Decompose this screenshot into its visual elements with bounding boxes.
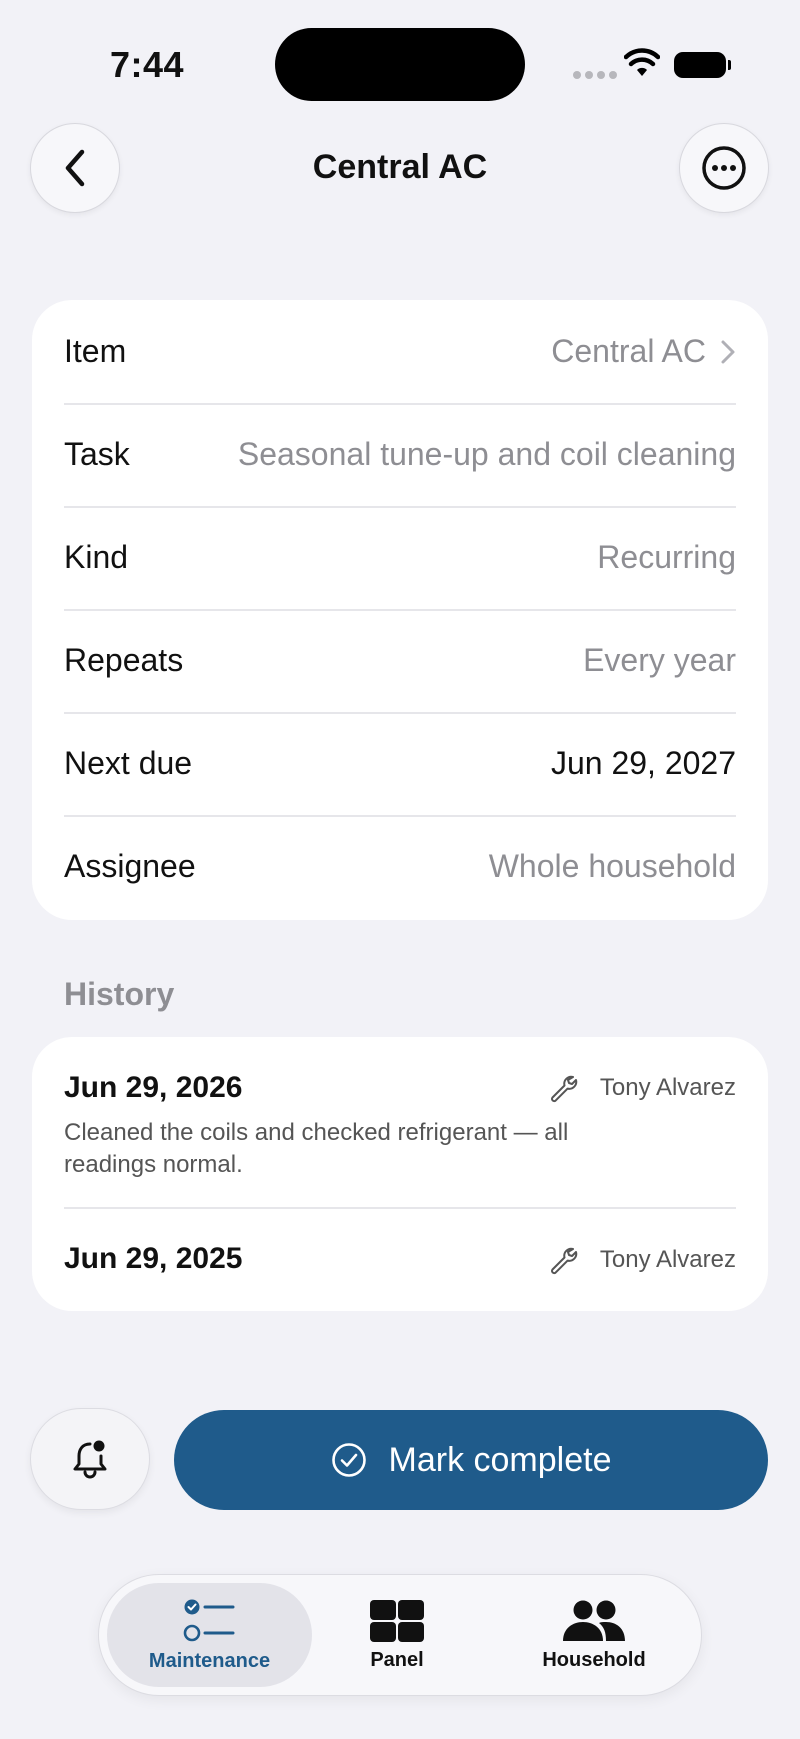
history-entry: Jun 29, 2025 Tony Alvarez <box>64 1207 736 1311</box>
reminder-button[interactable] <box>30 1408 150 1510</box>
tab-label: Household <box>542 1648 646 1671</box>
people-icon <box>563 1600 625 1641</box>
status-bar: 7:44 <box>0 0 800 120</box>
history-card: Jun 29, 2026 Tony Alvarez Cleaned the co… <box>32 1037 768 1311</box>
detail-label: Next due <box>64 745 193 781</box>
chevron-right-icon <box>721 340 735 363</box>
history-date: Jun 29, 2025 <box>64 1242 243 1275</box>
detail-value: Jun 29, 2027 <box>550 745 736 781</box>
details-card: Item Central AC Task Seasonal tune-up an… <box>32 300 768 920</box>
wrench-icon <box>550 1075 578 1103</box>
tab-maintenance[interactable]: Maintenance <box>107 1583 312 1687</box>
detail-row-repeats: Repeats Every year <box>64 609 736 712</box>
bell-badge-icon <box>73 1440 107 1479</box>
history-section-title: History <box>64 976 175 1012</box>
detail-row-task: Task Seasonal tune-up and coil cleaning <box>64 403 736 506</box>
detail-value: Recurring <box>597 539 736 575</box>
tab-panel[interactable]: Panel <box>322 1583 472 1687</box>
dynamic-island <box>275 28 525 101</box>
more-options-button[interactable] <box>679 123 769 213</box>
detail-row-assignee: Assignee Whole household <box>64 815 736 918</box>
history-note: Cleaned the coils and checked refrigeran… <box>64 1119 569 1178</box>
wifi-icon <box>624 48 660 76</box>
history-date: Jun 29, 2026 <box>64 1071 243 1104</box>
detail-label: Task <box>64 436 130 472</box>
mark-complete-button[interactable]: Mark complete <box>174 1410 768 1510</box>
detail-label: Item <box>64 333 127 369</box>
history-person: Tony Alvarez <box>599 1074 736 1101</box>
detail-value: Whole household <box>488 848 736 884</box>
mark-complete-label: Mark complete <box>388 1440 612 1479</box>
checklist-icon <box>183 1599 234 1641</box>
tab-household[interactable]: Household <box>499 1583 689 1687</box>
detail-row-item[interactable]: Item Central AC <box>64 300 736 403</box>
wrench-icon <box>550 1247 578 1275</box>
tab-label: Maintenance <box>148 1649 271 1672</box>
detail-label: Kind <box>64 539 129 575</box>
history-person: Tony Alvarez <box>599 1246 736 1273</box>
checkmark-circle-icon <box>331 1443 366 1477</box>
battery-icon <box>674 52 731 78</box>
status-time: 7:44 <box>110 44 185 85</box>
cellular-signal-icon <box>573 66 621 84</box>
detail-row-kind: Kind Recurring <box>64 506 736 609</box>
detail-value: Every year <box>583 642 736 678</box>
detail-label: Assignee <box>64 848 196 884</box>
ellipsis-circle-icon <box>702 146 746 190</box>
detail-row-next-due: Next due Jun 29, 2027 <box>64 712 736 815</box>
grid-icon <box>370 1599 424 1642</box>
history-entry: Jun 29, 2026 Tony Alvarez Cleaned the co… <box>64 1037 736 1207</box>
tab-bar: Maintenance Panel Household <box>98 1574 702 1696</box>
tab-label: Panel <box>370 1648 424 1671</box>
detail-label: Repeats <box>64 642 184 678</box>
detail-value: Central AC <box>551 333 706 369</box>
detail-value: Seasonal tune-up and coil cleaning <box>237 436 736 472</box>
